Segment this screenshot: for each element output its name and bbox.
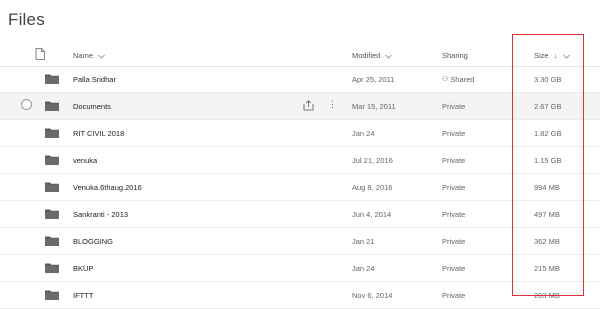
share-icon[interactable] — [303, 100, 314, 111]
chevron-down-icon — [98, 54, 105, 59]
file-name[interactable]: Venuka.6thaug.2016 — [73, 183, 142, 192]
list-item[interactable]: Venuka.6thaug.2016 Aug 8, 2016 Private 9… — [0, 174, 600, 201]
file-sharing: Private — [442, 129, 466, 138]
file-name[interactable]: BKUP — [73, 264, 93, 273]
column-header-name-label: Name — [73, 51, 94, 60]
column-header-size[interactable]: Size ↓ — [534, 51, 570, 60]
file-size: 362 MB — [534, 237, 560, 246]
file-sharing: Private — [442, 264, 466, 273]
sort-descending-icon: ↓ — [553, 51, 558, 60]
file-sharing-wrapper: ⚇ Shared — [442, 75, 474, 84]
file-name[interactable]: BLOGGING — [73, 237, 113, 246]
file-name[interactable]: RIT CIVIL 2018 — [73, 129, 124, 138]
file-sharing: Private — [442, 237, 466, 246]
file-modified: Aug 8, 2016 — [352, 183, 393, 192]
folder-icon — [45, 209, 59, 219]
file-sharing: Private — [442, 210, 466, 219]
column-header-row: Name Modified Sharing Size ↓ — [0, 44, 600, 67]
file-modified: Nov 6, 2014 — [352, 291, 393, 300]
file-size: 497 MB — [534, 210, 560, 219]
file-name[interactable]: Palla Sridhar — [73, 75, 116, 84]
file-modified: Mar 15, 2011 — [352, 102, 396, 111]
file-size: 215 MB — [534, 264, 560, 273]
chevron-down-icon — [385, 54, 393, 59]
column-header-modified[interactable]: Modified — [352, 51, 393, 60]
file-sharing: Private — [442, 183, 466, 192]
file-modified: Jan 24 — [352, 264, 375, 273]
folder-icon — [45, 290, 59, 300]
page-title: Files — [8, 10, 45, 29]
file-sharing: Shared — [450, 75, 475, 84]
list-item[interactable]: RIT CIVIL 2018 Jan 24 Private 1.82 GB — [0, 120, 600, 147]
file-name[interactable]: Sankranti - 2013 — [73, 210, 128, 219]
list-item[interactable]: BKUP Jan 24 Private 215 MB — [0, 255, 600, 282]
list-item[interactable]: Documents Mar 15, 2011 Private 2.67 GB ⋮ — [0, 93, 600, 120]
file-modified: Jul 21, 2016 — [352, 156, 393, 165]
file-modified: Jan 24 — [352, 129, 375, 138]
file-modified: Jun 4, 2014 — [352, 210, 392, 219]
column-header-name[interactable]: Name — [73, 51, 105, 60]
folder-icon — [45, 263, 59, 273]
file-sharing: Private — [442, 156, 466, 165]
file-name[interactable]: Documents — [73, 102, 111, 111]
folder-icon — [45, 74, 59, 84]
file-name[interactable]: venuka — [73, 156, 97, 165]
file-size: 3.30 GB — [534, 75, 562, 84]
file-size: 1.82 GB — [534, 129, 562, 138]
file-size: 994 MB — [534, 183, 560, 192]
folder-icon — [45, 155, 59, 165]
file-sharing: Private — [442, 291, 466, 300]
file-modified: Jan 21 — [352, 237, 375, 246]
list-item[interactable]: Sankranti - 2013 Jun 4, 2014 Private 497… — [0, 201, 600, 228]
file-name[interactable]: IFTTT — [73, 291, 93, 300]
folder-icon — [45, 101, 59, 111]
list-item[interactable]: BLOGGING Jan 21 Private 362 MB — [0, 228, 600, 255]
file-size: 203 MB — [534, 291, 560, 300]
folder-icon — [45, 128, 59, 138]
list-item[interactable]: venuka Jul 21, 2016 Private 1.15 GB — [0, 147, 600, 174]
list-item[interactable]: Palla Sridhar Apr 25, 2011 ⚇ Shared 3.30 … — [0, 66, 600, 93]
file-sharing: Private — [442, 102, 466, 111]
column-header-size-label: Size — [534, 51, 549, 60]
file-modified: Apr 25, 2011 — [352, 75, 395, 84]
more-options-icon[interactable]: ⋮ — [328, 99, 337, 109]
folder-icon — [45, 236, 59, 246]
file-list: Palla Sridhar Apr 25, 2011 ⚇ Shared 3.30 … — [0, 66, 600, 309]
file-size: 1.15 GB — [534, 156, 562, 165]
folder-icon — [45, 182, 59, 192]
select-checkbox[interactable] — [21, 99, 32, 110]
file-type-header-icon[interactable] — [35, 48, 45, 62]
file-size: 2.67 GB — [534, 102, 562, 111]
shared-people-icon: ⚇ — [442, 76, 449, 83]
column-header-modified-label: Modified — [352, 51, 381, 60]
chevron-down-icon — [562, 54, 570, 59]
column-header-sharing[interactable]: Sharing — [442, 51, 468, 60]
column-header-sharing-label: Sharing — [442, 51, 468, 60]
